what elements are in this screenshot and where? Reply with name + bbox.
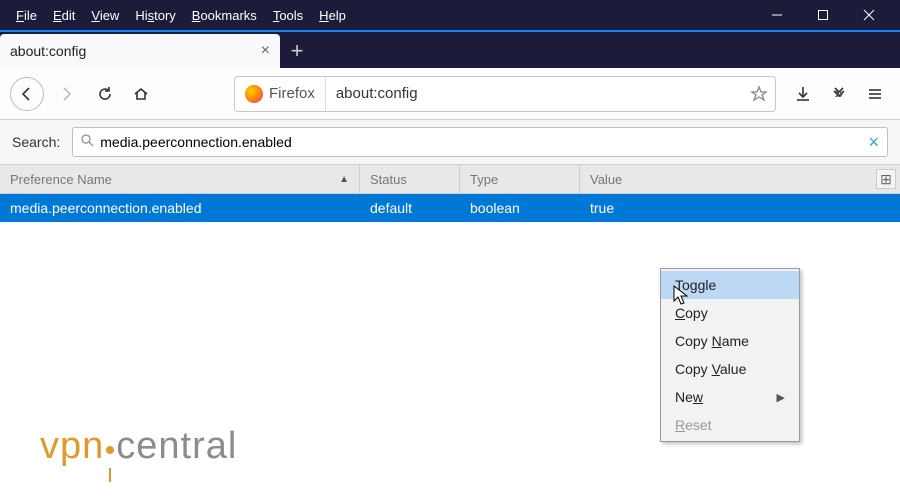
col-value[interactable]: Value <box>580 165 900 193</box>
tab-close-icon[interactable]: × <box>261 42 270 60</box>
home-button[interactable] <box>126 79 156 109</box>
menu-edit[interactable]: Edit <box>45 4 83 27</box>
forward-button <box>50 77 84 111</box>
column-picker-icon[interactable]: ⊞ <box>876 169 896 189</box>
context-menu: Toggle Copy Copy Name Copy Value New▶ Re… <box>660 268 800 442</box>
window-controls <box>754 0 892 30</box>
col-preference-name[interactable]: Preference Name ▲ <box>0 165 360 193</box>
pref-status: default <box>360 200 460 216</box>
col-status[interactable]: Status <box>360 165 460 193</box>
submenu-arrow-icon: ▶ <box>777 391 785 404</box>
overflow-button[interactable]: » <box>824 79 854 109</box>
search-icon <box>81 134 94 150</box>
ctx-copy[interactable]: Copy <box>661 299 799 327</box>
reload-button[interactable] <box>90 79 120 109</box>
search-label: Search: <box>12 134 60 150</box>
identity-box[interactable]: Firefox <box>235 77 326 111</box>
clear-search-icon[interactable]: × <box>868 132 879 153</box>
url-bar[interactable]: Firefox about:config <box>234 76 776 112</box>
pref-type: boolean <box>460 200 580 216</box>
minimize-button[interactable] <box>754 0 800 30</box>
menu-bookmarks[interactable]: Bookmarks <box>184 4 265 27</box>
back-button[interactable] <box>10 77 44 111</box>
ctx-copy-value[interactable]: Copy Value <box>661 355 799 383</box>
nav-toolbar: Firefox about:config » <box>0 68 900 120</box>
downloads-button[interactable] <box>788 79 818 109</box>
search-input[interactable] <box>100 134 868 150</box>
ctx-copy-name[interactable]: Copy Name <box>661 327 799 355</box>
col-type[interactable]: Type <box>460 165 580 193</box>
pref-name: media.peerconnection.enabled <box>0 200 360 216</box>
maximize-button[interactable] <box>800 0 846 30</box>
watermark-logo: vpncentral <box>40 425 237 480</box>
menu-view[interactable]: View <box>83 4 127 27</box>
tab-strip: about:config × + <box>0 30 900 68</box>
new-tab-button[interactable]: + <box>280 34 314 68</box>
tab-active[interactable]: about:config × <box>0 34 280 68</box>
pref-value: true <box>580 200 900 216</box>
menu-file[interactable]: File <box>8 4 45 27</box>
sort-indicator-icon: ▲ <box>339 174 349 185</box>
pref-row[interactable]: media.peerconnection.enabled default boo… <box>0 194 900 222</box>
bookmark-star-icon[interactable] <box>743 85 775 103</box>
menu-bar: File Edit View History Bookmarks Tools H… <box>0 0 900 30</box>
menu-help[interactable]: Help <box>311 4 354 27</box>
column-headers: Preference Name ▲ Status Type Value ⊞ <box>0 164 900 194</box>
identity-label: Firefox <box>269 85 315 102</box>
search-box[interactable]: × <box>72 127 888 157</box>
ctx-toggle[interactable]: Toggle <box>661 271 799 299</box>
firefox-icon <box>245 85 263 103</box>
menu-tools[interactable]: Tools <box>265 4 311 27</box>
url-text[interactable]: about:config <box>326 85 743 102</box>
ctx-new[interactable]: New▶ <box>661 383 799 411</box>
ctx-reset: Reset <box>661 411 799 439</box>
app-menu-button[interactable] <box>860 79 890 109</box>
close-window-button[interactable] <box>846 0 892 30</box>
menu-history[interactable]: History <box>127 4 183 27</box>
config-search-row: Search: × <box>0 120 900 164</box>
tab-title: about:config <box>10 43 86 59</box>
